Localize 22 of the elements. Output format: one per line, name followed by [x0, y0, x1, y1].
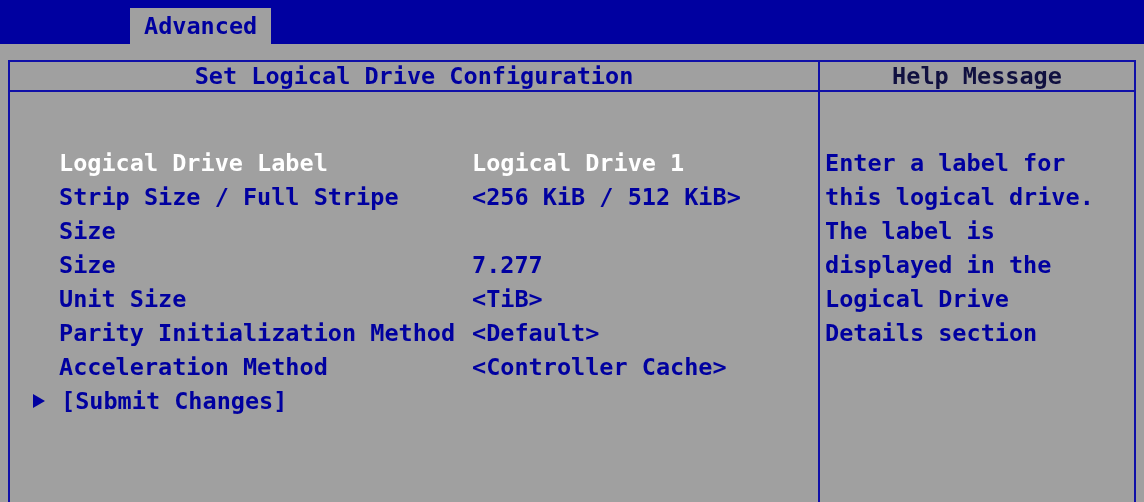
setting-label[interactable]: Unit Size	[59, 285, 187, 313]
help-text: displayed in the	[825, 250, 1053, 281]
setting-value[interactable]: <Default>	[472, 319, 600, 347]
setting-label[interactable]: Acceleration Method	[59, 353, 328, 381]
help-text: The label is	[825, 216, 996, 247]
setting-label[interactable]: Size	[59, 251, 116, 279]
menu-item[interactable]: [Submit Changes]	[61, 387, 288, 415]
menu-tab[interactable]: Advanced	[130, 8, 272, 44]
setting-value[interactable]: 7.277	[472, 251, 543, 279]
setting-label[interactable]: Parity Initialization Method	[59, 319, 456, 347]
help-title: Help Message	[820, 62, 1134, 92]
panel-title: Set Logical Drive Configuration	[10, 62, 818, 92]
setting-value[interactable]: <Controller Cache>	[472, 353, 727, 381]
setting-value[interactable]: <256 KiB / 512 KiB>	[472, 183, 741, 211]
setting-label[interactable]: Strip Size / Full Stripe	[59, 183, 399, 211]
help-text: Logical Drive	[825, 284, 1010, 315]
setting-value[interactable]: <TiB>	[472, 285, 543, 313]
help-text: this logical drive.	[825, 182, 1095, 213]
setting-label[interactable]: Size	[59, 217, 116, 245]
help-text: Details section	[825, 318, 1039, 349]
help-text: Enter a label for	[825, 148, 1067, 179]
arrow-icon	[32, 393, 46, 409]
